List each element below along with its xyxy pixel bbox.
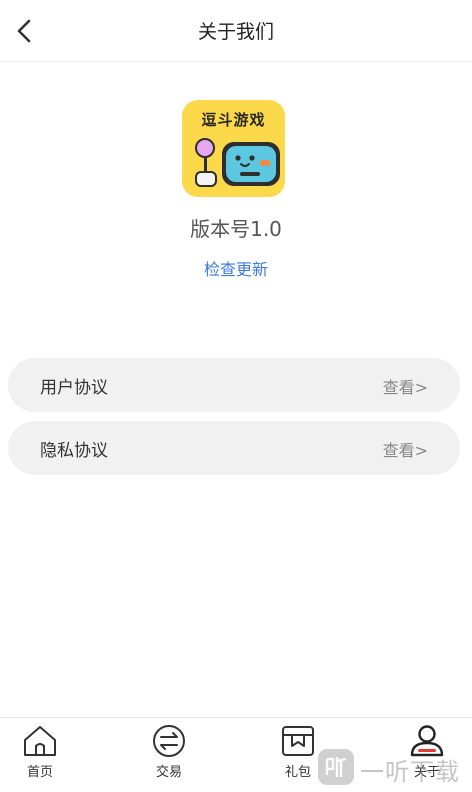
home-icon bbox=[24, 726, 56, 756]
tab-trade[interactable]: 交易 bbox=[129, 718, 209, 792]
user-agreement-view-link[interactable]: 查看> bbox=[383, 374, 428, 398]
tab-trade-label: 交易 bbox=[155, 765, 182, 780]
user-agreement-row[interactable]: 用户协议 查看> bbox=[8, 358, 460, 412]
privacy-policy-label: 隐私协议 bbox=[40, 441, 108, 461]
watermark-logo-icon bbox=[318, 749, 354, 785]
app-logo: 逗斗游戏 bbox=[182, 100, 285, 197]
watermark-text: 一听下载 bbox=[360, 758, 460, 786]
exchange-icon bbox=[153, 725, 185, 757]
user-agreement-label: 用户协议 bbox=[40, 378, 108, 398]
page-title: 关于我们 bbox=[197, 21, 274, 43]
tab-home[interactable]: 首页 bbox=[0, 718, 80, 792]
privacy-policy-row[interactable]: 隐私协议 查看> bbox=[8, 421, 460, 475]
watermark: 一听下载 bbox=[312, 742, 472, 792]
gamepad-icon bbox=[195, 138, 280, 187]
privacy-policy-view-link[interactable]: 查看> bbox=[383, 437, 428, 461]
check-update-link[interactable]: 检查更新 bbox=[0, 256, 472, 280]
version-text: 版本号1.0 bbox=[190, 217, 282, 241]
gift-icon bbox=[282, 726, 314, 756]
tab-home-label: 首页 bbox=[26, 765, 53, 780]
header: 关于我们 bbox=[0, 0, 472, 62]
